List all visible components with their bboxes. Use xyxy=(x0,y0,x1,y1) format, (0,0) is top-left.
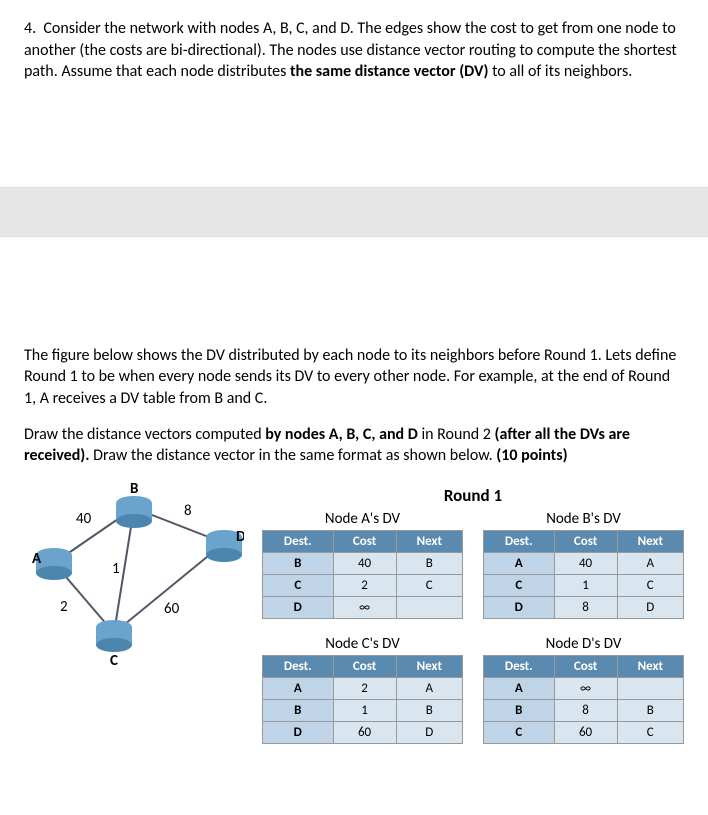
weight-BC: 1 xyxy=(112,560,120,578)
graph-svg: A B C D 40 8 2 1 60 xyxy=(24,483,244,673)
dv-D-table: Dest.CostNext A∞ B8B C60C xyxy=(483,655,684,744)
weight-AC: 2 xyxy=(60,598,68,616)
dv-B-title: Node B's DV xyxy=(483,510,684,528)
dv-tables: Round 1 Node A's DV Dest.CostNext B40B C… xyxy=(262,479,684,760)
label-D: D xyxy=(236,528,244,546)
dv-D: Node D's DV Dest.CostNext A∞ B8B C60C xyxy=(483,635,684,744)
table-row: C2C xyxy=(263,574,463,596)
question-paragraph-3: Draw the distance vectors computed by no… xyxy=(24,424,684,467)
table-row: A∞ xyxy=(484,677,684,699)
node-A xyxy=(36,548,72,580)
table-row: B1B xyxy=(263,699,463,721)
question-number: 4. xyxy=(24,19,36,38)
dv-A-title: Node A's DV xyxy=(262,510,463,528)
dv-C: Node C's DV Dest.CostNext A2A B1B D60D xyxy=(262,635,463,744)
table-row: C60C xyxy=(484,721,684,743)
weight-AB: 40 xyxy=(76,510,92,528)
question-top: 4. Consider the network with nodes A, B,… xyxy=(0,0,708,107)
table-row: A2A xyxy=(263,677,463,699)
question-paragraph-2: The figure below shows the DV distribute… xyxy=(24,345,684,410)
dv-B-table: Dest.CostNext A40A C1C D8D xyxy=(483,530,684,619)
dv-A-table: Dest.CostNext B40B C2C D∞ xyxy=(262,530,463,619)
table-row: B8B xyxy=(484,699,684,721)
network-graph: A B C D 40 8 2 1 60 xyxy=(24,479,244,760)
table-row: C1C xyxy=(484,574,684,596)
node-B xyxy=(116,496,152,528)
dv-D-title: Node D's DV xyxy=(483,635,684,653)
page-divider-band xyxy=(0,187,708,237)
round-title: Round 1 xyxy=(262,485,684,506)
weight-CD: 60 xyxy=(164,600,180,618)
question-paragraph-1: 4. Consider the network with nodes A, B,… xyxy=(24,18,684,83)
dv-C-title: Node C's DV xyxy=(262,635,463,653)
table-row: D60D xyxy=(263,721,463,743)
whitespace xyxy=(0,237,708,327)
question-body: The figure below shows the DV distribute… xyxy=(0,327,708,778)
label-C: C xyxy=(110,652,118,670)
dv-B: Node B's DV Dest.CostNext A40A C1C D8D xyxy=(483,510,684,619)
table-row: D∞ xyxy=(263,596,463,618)
table-row: D8D xyxy=(484,596,684,618)
dv-A: Node A's DV Dest.CostNext B40B C2C D∞ xyxy=(262,510,463,619)
table-row: A40A xyxy=(484,552,684,574)
dv-C-table: Dest.CostNext A2A B1B D60D xyxy=(262,655,463,744)
weight-BD: 8 xyxy=(184,502,192,520)
node-C xyxy=(96,620,132,652)
label-A: A xyxy=(32,550,42,568)
table-row: B40B xyxy=(263,552,463,574)
label-B: B xyxy=(130,483,138,498)
